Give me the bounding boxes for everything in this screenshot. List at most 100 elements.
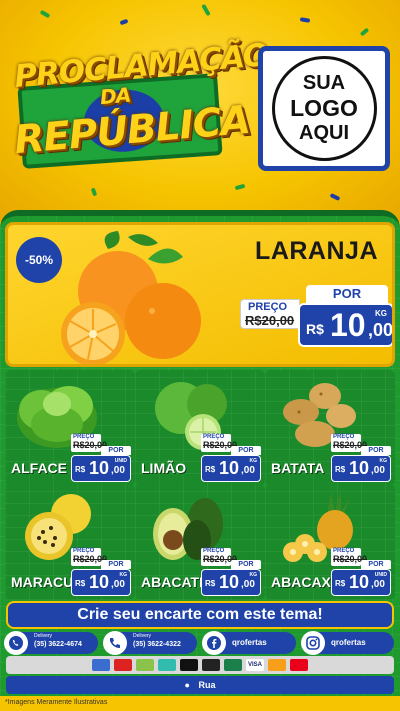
price-decimal: ,00 [241,465,255,476]
new-price-box: R$ 10 ,00 KG [201,569,261,596]
por-label: POR [361,560,391,569]
por-label: POR [101,560,131,569]
new-price-box: R$ 10 ,00 UNID [71,455,131,482]
logo-placeholder[interactable]: SUA LOGO AQUI [258,46,390,171]
currency: R$ [335,579,346,588]
create-flyer-button[interactable]: Crie seu encarte com este tema! [6,601,394,629]
pix-icon [157,659,176,671]
price-integer: 10 [219,458,240,478]
old-price-box: PREÇO R$20,00 [331,434,367,452]
product-name: ABACAXI [271,574,335,590]
phone-contact[interactable]: Delivery (35) 3622-4322 [103,631,197,655]
whatsapp-label: Delivery [34,633,53,639]
payment-methods: VISA [6,656,394,674]
card-icon [91,659,110,671]
price-tag: PREÇO R$20,00 POR R$ 10 ,00 UNID [71,434,131,482]
location-pin-icon: ● [184,680,190,690]
price-tag: PREÇO R$20,00 POR R$ 10 ,00 KG [71,548,131,596]
currency: R$ [205,465,216,474]
old-price-box: PREÇO R$20,00 [331,548,367,566]
whatsapp-contact[interactable]: Delivery (35) 3622-4674 [4,631,98,655]
price-unit: UNID [114,458,127,464]
confetti [119,18,129,26]
confetti [359,27,370,37]
logo-text-2: LOGO [290,95,358,122]
product-card-abacaxi[interactable]: ABACAXI PREÇO R$20,00 POR R$ 10 ,00 UNID [265,484,395,600]
product-card-abacate[interactable]: ABACATE PREÇO R$20,00 POR R$ 10 ,00 KG [135,484,265,600]
price-tag: PREÇO R$20,00 POR R$ 10 ,00 UNID [331,548,391,596]
discount-badge: -50% [16,237,62,283]
whatsapp-number: (35) 3622-4674 [34,641,82,648]
price-decimal: ,00 [241,579,255,590]
price-unit: KG [379,458,388,464]
orange-icon [61,231,201,364]
new-price-box: R$ 10 ,00 UNID [331,569,391,596]
logo-circle: SUA LOGO AQUI [271,56,377,161]
confetti [329,193,341,201]
facebook-handle: qrofertas [232,638,267,647]
title-line-2: DA [99,82,132,110]
product-name: ALFACE [11,460,67,476]
instagram-contact[interactable]: qrofertas [301,631,394,655]
logo-text-1: SUA [302,72,346,95]
product-card-alface[interactable]: ALFACE PREÇO R$20,00 POR R$ 10 ,00 UNID [5,370,135,486]
price-decimal: ,00 [371,579,385,590]
price-decimal: ,00 [371,465,385,476]
price-tag: PREÇO R$20,00 POR R$ 10 ,00 KG [201,548,261,596]
hero-product-card[interactable]: -50% LARANJA PREÇO R$20,00 POR R$ 10 ,00… [5,222,395,367]
currency: R$ [205,579,216,588]
price-unit: KG [249,458,258,464]
theme-title: PROCLAMAÇÃO DA REPÚBLICA [8,37,270,172]
por-label: POR [101,446,131,455]
product-card-maracuja[interactable]: MARACUJÁ PREÇO R$20,00 POR R$ 10 ,00 KG [5,484,135,600]
card-icon [290,659,308,671]
logo-text-3: AQUI [299,121,349,144]
whatsapp-icon [4,631,28,655]
product-name: ABACATE [141,574,209,590]
card-icon [179,659,198,671]
product-card-limao[interactable]: LIMÃO PREÇO R$20,00 POR R$ 10 ,00 KG [135,370,265,486]
instagram-handle: qrofertas [331,638,366,647]
por-label: POR [231,560,261,569]
product-card-batata[interactable]: BATATA PREÇO R$20,00 POR R$ 10 ,00 KG [265,370,395,486]
confetti [90,187,98,197]
preco-label: PREÇO [248,301,288,313]
price-integer: 10 [330,307,366,343]
price-unit: KG [375,309,387,318]
old-price-box: PREÇO R$20,00 [71,434,107,452]
phone-label: Delivery [133,633,152,639]
old-price-box: PREÇO R$20,00 [201,434,237,452]
card-icon [135,659,154,671]
instagram-icon [301,631,325,655]
price-integer: 10 [89,458,110,478]
phone-icon [103,631,127,655]
price-unit: UNID [374,572,387,578]
price-tag: PREÇO R$20,00 POR R$ 10 ,00 KG [201,434,261,482]
confetti [201,3,211,17]
phone-number: (35) 3622-4322 [133,641,181,648]
card-icon [113,659,132,671]
card-icon [223,659,242,671]
por-label: POR [361,446,391,455]
facebook-contact[interactable]: qrofertas [202,631,296,655]
price-integer: 10 [219,572,240,592]
currency: R$ [335,465,346,474]
price-decimal: ,00 [111,579,125,590]
old-price-box: PREÇO R$20,00 [240,299,300,329]
address-text: Rua [198,680,216,690]
visa-icon: VISA [245,659,264,671]
currency: R$ [75,579,86,588]
price-unit: KG [119,572,128,578]
price-tag: PREÇO R$20,00 POR R$ 10 ,00 KG [331,434,391,482]
hero-product-name: LARANJA [255,237,378,265]
currency: R$ [306,321,324,337]
confetti [39,9,51,19]
product-name: LIMÃO [141,460,187,476]
old-price: R$20,00 [245,313,295,328]
por-label: POR [306,285,388,303]
new-price-box: R$ 10 ,00 KG [331,455,391,482]
card-icon [201,659,220,671]
old-price-box: PREÇO R$20,00 [201,548,237,566]
currency: R$ [75,465,86,474]
store-address[interactable]: ● Rua [6,676,394,694]
